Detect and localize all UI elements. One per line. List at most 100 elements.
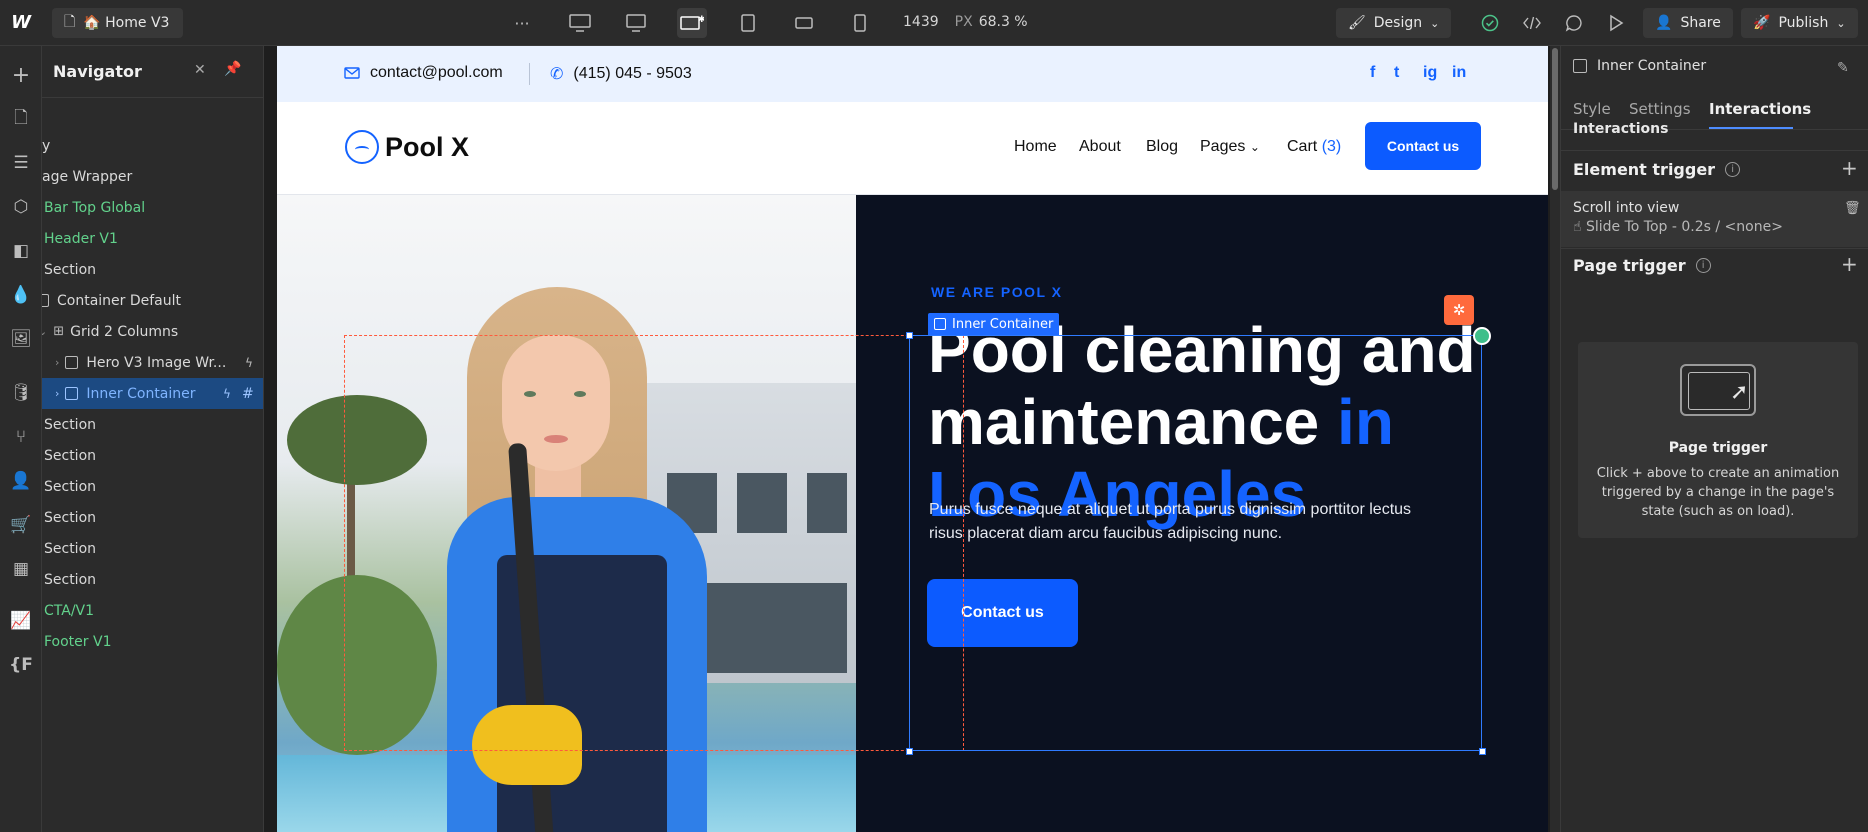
tree-item-hero-image-wrapper[interactable]: › Hero V3 Image Wr... ϟ <box>42 347 263 378</box>
tablet-icon[interactable] <box>733 8 763 38</box>
tree-item-label: y <box>42 137 51 154</box>
nav-home[interactable]: Home <box>1014 138 1057 156</box>
users-icon[interactable]: 👤 <box>6 466 36 496</box>
analytics-icon[interactable]: 📈 <box>6 606 36 636</box>
tree-item-header-v1[interactable]: Header V1 <box>42 223 263 254</box>
tree-item-section[interactable]: Section <box>42 409 263 440</box>
style-selectors-icon[interactable]: ◧ <box>6 236 36 266</box>
trash-icon[interactable]: 🗑 <box>1844 201 1861 216</box>
linkedin-icon[interactable]: in <box>1452 64 1466 82</box>
interaction-anchor-icon[interactable] <box>1473 327 1491 345</box>
tree-item-body[interactable]: y <box>42 130 263 161</box>
trigger-row[interactable]: Scroll into view ☝ Slide To Top - 0.2s /… <box>1561 191 1868 247</box>
tab-style[interactable]: Style <box>1573 100 1611 118</box>
active-tab-indicator <box>1709 127 1793 129</box>
design-canvas[interactable]: contact@pool.com ✆ (415) 045 - 9503 f t … <box>277 46 1548 832</box>
tab-settings[interactable]: Settings <box>1629 100 1691 118</box>
tree-item-cta-v1[interactable]: CTA/V1 <box>42 595 263 626</box>
nav-cart[interactable]: Cart (3) <box>1287 138 1341 156</box>
header-contact-button[interactable]: Contact us <box>1365 122 1481 170</box>
desktop-large-icon[interactable] <box>565 8 595 38</box>
contact-phone[interactable]: ✆ (415) 045 - 9503 <box>550 64 692 84</box>
desktop-medium-icon[interactable] <box>621 8 651 38</box>
components-icon[interactable]: ⬡ <box>6 192 36 222</box>
selection-label-text: Inner Container <box>952 316 1054 332</box>
mobile-portrait-icon[interactable] <box>845 8 875 38</box>
resize-handle[interactable] <box>906 748 913 755</box>
twitter-icon[interactable]: t <box>1394 64 1399 82</box>
tree-item-footer-v1[interactable]: Footer V1 <box>42 626 263 657</box>
pin-icon[interactable]: 📌 <box>224 61 241 77</box>
breakpoint-group: ✱ <box>565 8 875 38</box>
tab-interactions[interactable]: Interactions <box>1709 100 1811 118</box>
code-icon[interactable] <box>1517 8 1547 38</box>
tree-item-bar-top-global[interactable]: Bar Top Global <box>42 192 263 223</box>
info-icon[interactable]: i <box>1725 162 1741 177</box>
more-options-icon[interactable]: ··· <box>507 8 537 38</box>
cursor-icon: ➚ <box>1730 380 1749 405</box>
check-status-icon[interactable] <box>1475 8 1505 38</box>
desktop-base-icon[interactable]: ✱ <box>677 8 707 38</box>
assets-icon[interactable]: 🖼 <box>6 324 36 354</box>
top-bar-global: contact@pool.com ✆ (415) 045 - 9503 f t … <box>277 46 1548 102</box>
add-page-trigger-button[interactable]: + <box>1841 252 1858 276</box>
comment-icon[interactable] <box>1559 8 1589 38</box>
ecommerce-icon[interactable]: 🛒 <box>6 510 36 540</box>
mobile-landscape-icon[interactable] <box>789 8 819 38</box>
brush-icon[interactable]: ✎ <box>1837 60 1849 76</box>
info-icon[interactable]: i <box>1695 258 1711 273</box>
page-icon: 🗋 <box>64 13 76 30</box>
tree-item-container-default[interactable]: Container Default <box>42 285 263 316</box>
resize-handle[interactable] <box>1479 748 1486 755</box>
add-elements-icon[interactable]: + <box>6 60 36 90</box>
facebook-icon[interactable]: f <box>1370 64 1375 82</box>
publish-button[interactable]: 🚀 Publish ⌄ <box>1741 8 1858 38</box>
page-name: 🏠 Home V3 <box>83 14 170 31</box>
tree-item-section[interactable]: Section <box>42 564 263 595</box>
tree-item-section[interactable]: Section <box>42 533 263 564</box>
tree-item-page-wrapper[interactable]: age Wrapper <box>42 161 263 192</box>
navigator-panel: Navigator ✕ 📌 y age Wrapper Bar Top Glob… <box>42 46 264 832</box>
pages-icon[interactable]: 🗋 <box>6 104 36 134</box>
nav-pages[interactable]: Pages ⌄ <box>1200 138 1260 156</box>
variables-icon[interactable]: 💧 <box>6 280 36 310</box>
selection-label[interactable]: Inner Container <box>928 313 1060 335</box>
cms-icon[interactable]: 🛢 <box>6 378 36 408</box>
box-icon <box>934 318 946 330</box>
tree-item-label: Container Default <box>57 292 182 309</box>
code-braces-icon[interactable]: {F <box>6 650 36 680</box>
canvas-width[interactable]: 1439 <box>903 14 939 30</box>
resize-handle[interactable] <box>906 332 913 339</box>
nav-cart-label: Cart <box>1287 138 1318 155</box>
tree-item-section[interactable]: Section <box>42 440 263 471</box>
nav-blog[interactable]: Blog <box>1146 138 1178 156</box>
tree-item-inner-container[interactable]: › Inner Container ϟ # <box>42 378 263 409</box>
share-button[interactable]: 👤 Share <box>1643 8 1733 38</box>
close-icon[interactable]: ✕ <box>194 62 206 78</box>
settings-widget-icon[interactable]: ✲ <box>1444 295 1474 325</box>
tree-item-section[interactable]: Section <box>42 254 263 285</box>
design-mode-button[interactable]: 🖌 Design ⌄ <box>1336 8 1452 38</box>
tree-item-label: Grid 2 Columns <box>70 323 179 340</box>
instagram-icon[interactable]: ig <box>1423 64 1437 82</box>
preview-play-icon[interactable] <box>1601 8 1631 38</box>
add-element-trigger-button[interactable]: + <box>1841 156 1858 180</box>
contact-email[interactable]: contact@pool.com <box>344 64 503 82</box>
navigator-icon[interactable]: ☰ <box>6 148 36 178</box>
chevron-right-icon[interactable]: › <box>55 387 59 400</box>
page-selector[interactable]: 🗋 🏠 Home V3 <box>52 7 184 38</box>
logic-icon[interactable]: ⑂ <box>6 422 36 452</box>
tree-item-label: CTA/V1 <box>44 602 95 619</box>
tree-item-section[interactable]: Section <box>42 471 263 502</box>
canvas-scroll-thumb[interactable] <box>1552 48 1558 190</box>
tree-item-section[interactable]: Section <box>42 502 263 533</box>
chevron-right-icon[interactable]: › <box>55 356 59 369</box>
brand-logo[interactable]: Pool X <box>345 130 469 164</box>
webflow-logo[interactable]: W <box>0 0 42 46</box>
nav-about[interactable]: About <box>1079 138 1121 156</box>
chevron-down-icon[interactable]: ⌄ <box>42 325 47 338</box>
grid-settings-icon[interactable]: # <box>242 386 254 402</box>
tree-item-grid-2-columns[interactable]: ⌄ ⊞ Grid 2 Columns <box>42 316 263 347</box>
canvas-dimensions: 1439 PX 68.3 % <box>903 14 1028 30</box>
apps-icon[interactable]: ▦ <box>6 554 36 584</box>
